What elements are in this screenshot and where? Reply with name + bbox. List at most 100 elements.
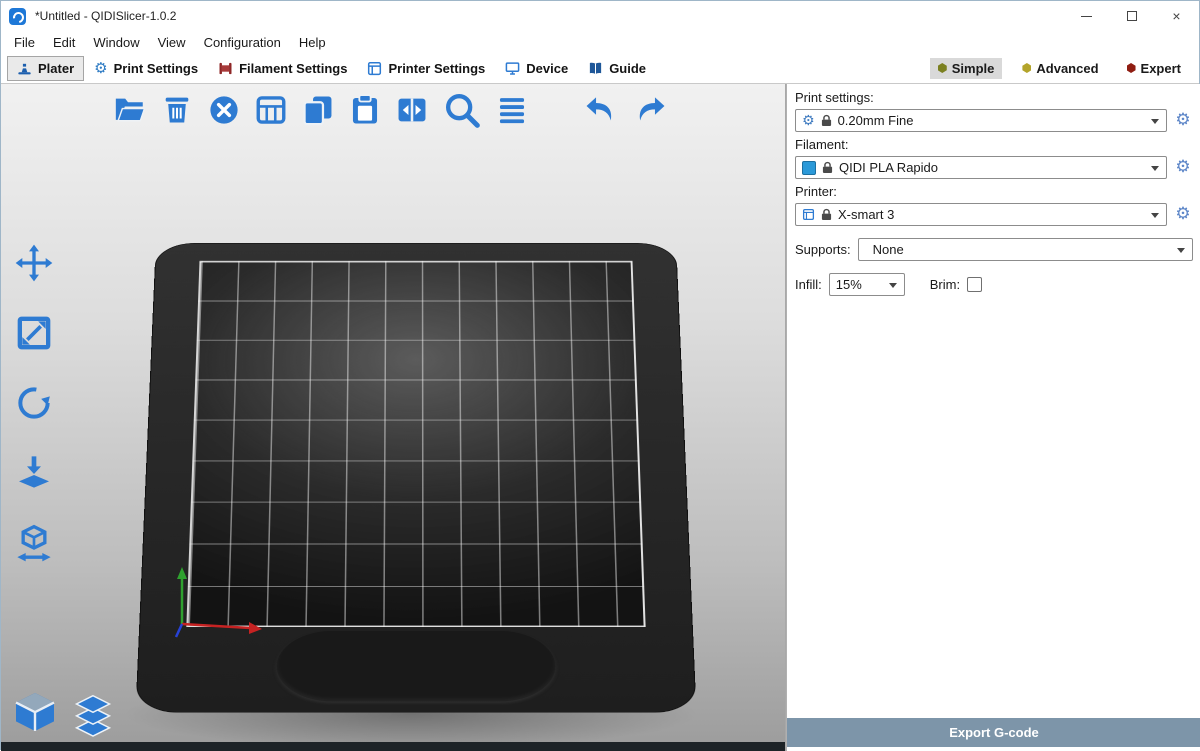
chevron-down-icon [1151,166,1159,171]
menu-edit[interactable]: Edit [44,33,84,52]
app-logo-icon [9,8,26,25]
paste-icon[interactable] [348,93,382,127]
layers-view-icon[interactable] [71,693,115,737]
split-icon[interactable] [395,93,429,127]
printer-icon [802,208,815,221]
undo-icon[interactable] [581,91,619,129]
layer-list-icon[interactable] [495,93,529,127]
scale-icon[interactable] [11,310,57,356]
redo-icon[interactable] [632,91,670,129]
mode-simple[interactable]: Simple [930,58,1003,79]
mode-label: Expert [1141,61,1181,76]
monitor-icon [505,61,520,76]
tab-label: Print Settings [114,61,199,76]
search-icon[interactable] [442,90,482,130]
place-on-face-icon[interactable] [11,450,57,496]
gizmo-toolbar [11,240,57,566]
3d-view-icon[interactable] [11,689,59,737]
chevron-down-icon [1177,248,1185,253]
menu-bar: File Edit Window View Configuration Help [1,31,1199,53]
printer-value: X-smart 3 [838,207,894,222]
filament-color-swatch [802,161,816,175]
tab-device[interactable]: Device [495,56,578,81]
lock-icon [821,114,832,127]
supports-value: None [865,242,904,257]
advanced-mode-icon [1022,63,1031,73]
tab-label: Plater [38,61,74,76]
plater-icon [17,61,32,76]
filament-combo[interactable]: QIDI PLA Rapido [795,156,1167,179]
mode-switcher: Simple Advanced Expert [930,58,1193,79]
gear-icon: ⚙ [802,114,815,128]
simple-mode-icon [938,63,947,73]
printer-label: Printer: [795,184,1193,199]
minimize-button[interactable] [1064,1,1109,31]
window-controls: × [1064,1,1199,31]
export-gcode-button[interactable]: Export G-code [787,718,1200,747]
viewport-toolbar [113,90,670,130]
spool-icon [218,61,233,76]
settings-sidebar: Print settings: ⚙ 0.20mm Fine ⚙ Filament… [786,84,1200,751]
view-switcher [11,689,115,737]
tab-print-settings[interactable]: ⚙ Print Settings [84,56,208,81]
print-settings-value: 0.20mm Fine [838,113,914,128]
3d-viewport[interactable] [1,84,786,751]
print-bed [111,229,721,749]
bed-grid [186,261,645,627]
maximize-button[interactable] [1109,1,1154,31]
tab-label: Printer Settings [388,61,485,76]
close-button[interactable]: × [1154,1,1199,31]
tab-label: Guide [609,61,646,76]
bed-handle-notch [276,631,556,702]
delete-icon[interactable] [160,93,194,127]
delete-all-icon[interactable] [207,93,241,127]
menu-window[interactable]: Window [84,33,148,52]
rotate-icon[interactable] [11,380,57,426]
open-icon[interactable] [113,93,147,127]
menu-file[interactable]: File [5,33,44,52]
tab-label: Device [526,61,568,76]
size-icon[interactable] [11,520,57,566]
tab-guide[interactable]: Guide [578,56,656,81]
print-settings-combo[interactable]: ⚙ 0.20mm Fine [795,109,1167,132]
brim-label: Brim: [930,277,960,292]
app-window: *Untitled - QIDISlicer-1.0.2 × File Edit… [0,0,1200,750]
tab-plater[interactable]: Plater [7,56,84,81]
mode-expert[interactable]: Expert [1119,58,1189,79]
minimize-icon [1081,16,1092,17]
menu-help[interactable]: Help [290,33,335,52]
printer-icon [367,61,382,76]
window-title: *Untitled - QIDISlicer-1.0.2 [35,9,176,23]
gear-icon: ⚙ [94,61,107,76]
tab-label: Filament Settings [239,61,347,76]
maximize-icon [1127,11,1137,21]
move-icon[interactable] [11,240,57,286]
chevron-down-icon [1151,119,1159,124]
mode-label: Simple [952,61,995,76]
mode-advanced[interactable]: Advanced [1014,58,1106,79]
lock-icon [822,161,833,174]
supports-combo[interactable]: None [858,238,1193,261]
chevron-down-icon [889,283,897,288]
supports-label: Supports: [795,242,851,257]
brim-checkbox[interactable] [967,277,982,292]
printer-combo[interactable]: X-smart 3 [795,203,1167,226]
menu-view[interactable]: View [149,33,195,52]
tab-printer-settings[interactable]: Printer Settings [357,56,495,81]
print-settings-label: Print settings: [795,90,1193,105]
infill-label: Infill: [795,277,822,292]
menu-configuration[interactable]: Configuration [195,33,290,52]
filament-label: Filament: [795,137,1193,152]
print-settings-gear-button[interactable]: ⚙ [1173,112,1193,129]
book-icon [588,61,603,76]
mode-label: Advanced [1036,61,1098,76]
printer-gear-button[interactable]: ⚙ [1173,206,1193,223]
infill-value: 15% [836,277,862,292]
copy-icon[interactable] [301,93,335,127]
filament-gear-button[interactable]: ⚙ [1173,159,1193,176]
arrange-icon[interactable] [254,93,288,127]
close-icon: × [1172,9,1180,23]
tab-filament-settings[interactable]: Filament Settings [208,56,357,81]
chevron-down-icon [1151,213,1159,218]
infill-combo[interactable]: 15% [829,273,905,296]
